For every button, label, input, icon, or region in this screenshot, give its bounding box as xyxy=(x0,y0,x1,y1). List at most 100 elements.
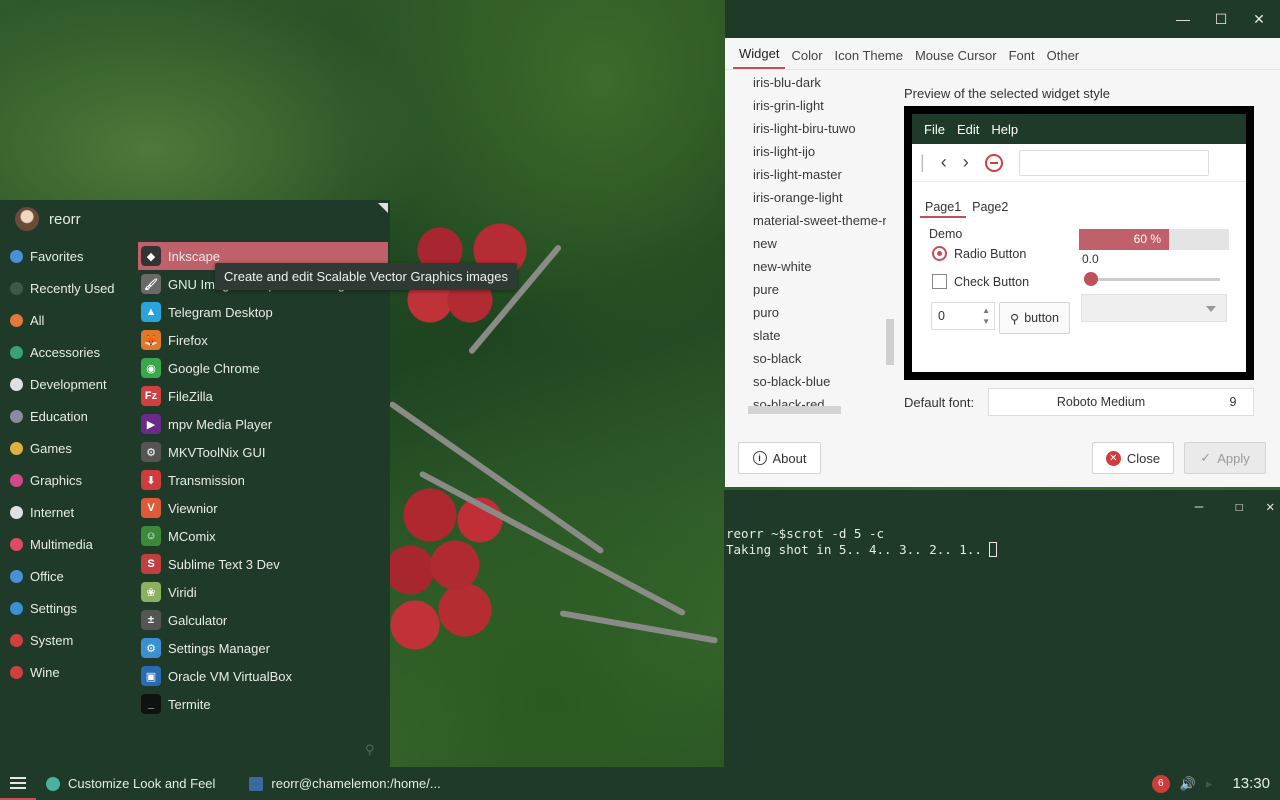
app-viridi[interactable]: ❀ Viridi xyxy=(138,578,388,606)
preview-slider[interactable] xyxy=(1084,272,1220,286)
theme-list-hscrollbar[interactable] xyxy=(748,406,841,414)
apply-button[interactable]: ✓ Apply xyxy=(1184,442,1266,474)
minimize-icon[interactable]: — xyxy=(1170,6,1196,32)
app-oracle-vm-virtualbox[interactable]: ▣ Oracle VM VirtualBox xyxy=(138,662,388,690)
widget-theme-list[interactable]: iris-blu-dark iris-grin-light iris-light-b… xyxy=(753,71,886,409)
theme-item[interactable]: new-white xyxy=(753,255,886,278)
back-icon[interactable]: ‹ xyxy=(941,152,947,173)
forward-icon[interactable]: › xyxy=(963,152,969,173)
app-mkvtoolnix-gui[interactable]: ⚙ MKVToolNix GUI xyxy=(138,438,388,466)
preview-spin-button[interactable]: 0 ▲ ▼ xyxy=(931,302,995,330)
app-google-chrome[interactable]: ◉ Google Chrome xyxy=(138,354,388,382)
font-chooser-button[interactable]: Roboto Medium 9 xyxy=(988,388,1254,416)
avatar[interactable] xyxy=(15,207,39,231)
category-all[interactable]: All xyxy=(0,304,135,336)
category-accessories[interactable]: Accessories xyxy=(0,336,135,368)
virtualbox-icon: ▣ xyxy=(141,666,161,686)
theme-item[interactable]: so-black-blue xyxy=(753,370,886,393)
category-system[interactable]: System xyxy=(0,624,135,656)
terminal-output[interactable]: reorr ~$scrot -d 5 -c Taking shot in 5..… xyxy=(724,524,1280,560)
tab-icon-theme[interactable]: Icon Theme xyxy=(829,42,909,69)
category-settings[interactable]: Settings xyxy=(0,592,135,624)
tab-other[interactable]: Other xyxy=(1041,42,1086,69)
preview-radio-button[interactable]: Radio Button xyxy=(932,246,1026,261)
demo-frame-label: Demo xyxy=(929,227,967,241)
theme-item[interactable]: pure xyxy=(753,278,886,301)
preview-check-button[interactable]: Check Button xyxy=(932,274,1029,289)
tab-page2[interactable]: Page2 xyxy=(972,200,1008,218)
close-button[interactable]: ✕ Close xyxy=(1092,442,1174,474)
category-office[interactable]: Office xyxy=(0,560,135,592)
menu-button[interactable] xyxy=(0,767,36,800)
font-size: 9 xyxy=(1229,395,1237,409)
theme-item[interactable]: iris-light-master xyxy=(753,163,886,186)
maximize-icon[interactable]: ☐ xyxy=(1226,494,1252,520)
minimize-icon[interactable]: — xyxy=(1186,494,1212,520)
app-viewnior[interactable]: V Viewnior xyxy=(138,494,388,522)
taskbar-item[interactable]: Customize Look and Feel xyxy=(36,767,225,800)
app-settings-manager[interactable]: ⚙ Settings Manager xyxy=(138,634,388,662)
app-galculator[interactable]: ± Galculator xyxy=(138,606,388,634)
theme-item[interactable]: so-black xyxy=(753,347,886,370)
theme-item[interactable]: iris-light-biru-tuwo xyxy=(753,117,886,140)
app-termite[interactable]: _ Termite xyxy=(138,690,388,718)
tab-mouse-cursor[interactable]: Mouse Cursor xyxy=(909,42,1003,69)
theme-item[interactable]: material-sweet-theme-r xyxy=(753,209,886,232)
theme-item[interactable]: iris-blu-dark xyxy=(753,71,886,94)
close-icon[interactable]: ✕ xyxy=(1246,6,1272,32)
volume-icon[interactable]: 🔊 xyxy=(1180,776,1196,792)
telegram-icon: ▲ xyxy=(141,302,161,322)
tab-color[interactable]: Color xyxy=(785,42,828,69)
maximize-icon[interactable]: ☐ xyxy=(1208,6,1234,32)
app-telegram-desktop[interactable]: ▲ Telegram Desktop xyxy=(138,298,388,326)
theme-item[interactable]: puro xyxy=(753,301,886,324)
checkbox-icon xyxy=(932,274,947,289)
tray-arrow-icon[interactable]: ▸ xyxy=(1206,776,1213,792)
mcomix-icon: ☺ xyxy=(141,526,161,546)
preview-menu-edit[interactable]: Edit xyxy=(957,122,979,137)
category-education[interactable]: Education xyxy=(0,400,135,432)
graphics-icon xyxy=(10,473,23,487)
clock[interactable]: 13:30 xyxy=(1232,775,1270,792)
preview-entry[interactable] xyxy=(1018,149,1209,176)
category-label: Favorites xyxy=(30,248,84,264)
slider-knob[interactable] xyxy=(1084,272,1098,286)
category-recently-used[interactable]: Recently Used xyxy=(0,272,135,304)
about-button[interactable]: i About xyxy=(738,442,821,474)
preview-menu-file[interactable]: File xyxy=(924,122,945,137)
tab-font[interactable]: Font xyxy=(1003,42,1041,69)
theme-item[interactable]: slate xyxy=(753,324,886,347)
category-graphics[interactable]: Graphics xyxy=(0,464,135,496)
app-filezilla[interactable]: Fz FileZilla xyxy=(138,382,388,410)
preview-button[interactable]: ⚲ button xyxy=(999,302,1070,334)
preview-menu-help[interactable]: Help xyxy=(991,122,1018,137)
taskbar-item[interactable]: reorr@chamelemon:/home/... xyxy=(239,767,450,800)
app-firefox[interactable]: 🦊 Firefox xyxy=(138,326,388,354)
app-transmission[interactable]: ⬇ Transmission xyxy=(138,466,388,494)
spin-arrows-icon[interactable]: ▲ ▼ xyxy=(982,305,990,327)
theme-item[interactable]: iris-light-ijo xyxy=(753,140,886,163)
search-icon[interactable]: ⚲ xyxy=(365,742,375,758)
preview-combo-box[interactable] xyxy=(1081,294,1227,322)
menu-resize-icon[interactable] xyxy=(378,203,388,213)
category-internet[interactable]: Internet xyxy=(0,496,135,528)
notification-badge[interactable]: 6 xyxy=(1151,774,1170,793)
category-label: Graphics xyxy=(30,472,83,488)
category-favorites[interactable]: Favorites xyxy=(0,240,135,272)
close-icon[interactable]: ✕ xyxy=(1266,494,1280,520)
category-development[interactable]: Development xyxy=(0,368,135,400)
app-mcomix[interactable]: ☺ MComix xyxy=(138,522,388,550)
stop-icon[interactable] xyxy=(984,153,1003,172)
theme-item[interactable]: iris-grin-light xyxy=(753,94,886,117)
app-mpv-media-player[interactable]: ▶ mpv Media Player xyxy=(138,410,388,438)
category-multimedia[interactable]: Multimedia xyxy=(0,528,135,560)
theme-list-scrollbar[interactable] xyxy=(886,319,894,365)
category-games[interactable]: Games xyxy=(0,432,135,464)
category-wine[interactable]: Wine xyxy=(0,656,135,688)
tab-page1[interactable]: Page1 xyxy=(920,200,967,218)
tab-widget[interactable]: Widget xyxy=(733,40,786,69)
theme-item[interactable]: new xyxy=(753,232,886,255)
theme-item[interactable]: iris-orange-light xyxy=(753,186,886,209)
app-sublime-text-3-dev[interactable]: S Sublime Text 3 Dev xyxy=(138,550,388,578)
viridi-icon: ❀ xyxy=(141,582,161,602)
